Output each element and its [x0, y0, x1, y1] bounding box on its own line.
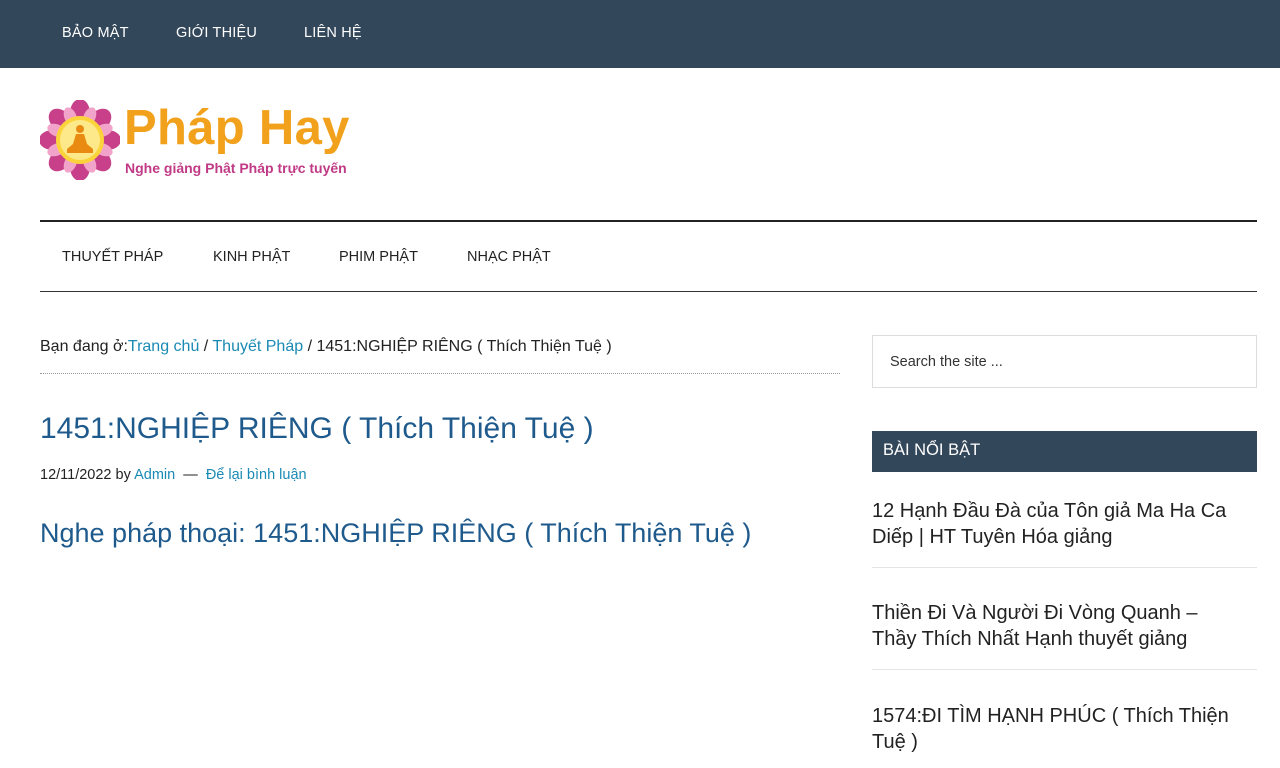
- featured-post-line: Diếp | HT Tuyên Hóa giảng: [872, 526, 1113, 548]
- featured-post-link[interactable]: 12 Hạnh Đầu Đà của Tôn giả Ma Ha Ca Diếp…: [872, 498, 1257, 550]
- featured-post-line: Thầy Thích Nhất Hạnh thuyết giảng: [872, 628, 1188, 650]
- nav-item-phim-phat[interactable]: PHIM PHẬT: [339, 249, 418, 265]
- breadcrumb-home-link[interactable]: Trang chủ: [128, 338, 199, 355]
- post-subheading: Nghe pháp thoại: 1451:NGHIỆP RIÊNG ( Thí…: [40, 518, 752, 548]
- buddha-lotus-icon: [40, 100, 120, 180]
- top-nav-contact[interactable]: LIÊN HỆ: [304, 25, 362, 41]
- breadcrumb-separator: /: [199, 338, 213, 355]
- post-date: 12/11/2022: [40, 467, 112, 483]
- meta-dash: —: [183, 467, 198, 483]
- breadcrumb-separator: /: [303, 338, 317, 355]
- main-navigation: THUYẾT PHÁP KINH PHẬT PHIM PHẬT NHẠC PHẬ…: [40, 220, 1257, 292]
- featured-widget-title: BÀI NỔI BẬT: [872, 431, 1257, 472]
- top-navigation-bar: BẢO MẬT GIỚI THIỆU LIÊN HỆ: [0, 0, 1280, 68]
- post-meta: 12/11/2022 by Admin — Để lại bình luận: [40, 467, 307, 483]
- post-author-link[interactable]: Admin: [134, 467, 175, 483]
- site-logo[interactable]: Pháp Hay Nghe giảng Phật Pháp trực tuyến: [40, 100, 370, 182]
- breadcrumb-current: 1451:NGHIỆP RIÊNG ( Thích Thiện Tuệ ): [316, 338, 612, 355]
- nav-item-thuyet-phap[interactable]: THUYẾT PHÁP: [62, 249, 163, 265]
- nav-item-kinh-phat[interactable]: KINH PHẬT: [213, 249, 290, 265]
- breadcrumb-category-link[interactable]: Thuyết Pháp: [212, 338, 303, 355]
- breadcrumb-prefix: Bạn đang ở:: [40, 338, 128, 355]
- site-title: Pháp Hay: [124, 101, 350, 155]
- featured-divider: [872, 669, 1257, 670]
- site-tagline: Nghe giảng Phật Pháp trực tuyến: [125, 160, 347, 176]
- top-nav-privacy[interactable]: BẢO MẬT: [62, 25, 129, 41]
- top-nav-about[interactable]: GIỚI THIỆU: [176, 25, 257, 41]
- featured-post-line: Thiền Đi Và Người Đi Vòng Quanh –: [872, 602, 1198, 624]
- nav-item-nhac-phat[interactable]: NHẠC PHẬT: [467, 249, 551, 265]
- comment-link[interactable]: Để lại bình luận: [206, 467, 307, 483]
- featured-post-line: 1574:ĐI TÌM HẠNH PHÚC ( Thích Thiện: [872, 705, 1229, 727]
- search-input[interactable]: [872, 335, 1257, 388]
- post-by: by: [115, 467, 131, 483]
- breadcrumb: Bạn đang ở:Trang chủ / Thuyết Pháp / 145…: [40, 338, 840, 374]
- post-title: 1451:NGHIỆP RIÊNG ( Thích Thiện Tuệ ): [40, 412, 594, 445]
- featured-post-link[interactable]: Thiền Đi Và Người Đi Vòng Quanh – Thầy T…: [872, 600, 1257, 652]
- featured-divider: [872, 567, 1257, 568]
- featured-post-line: Tuệ ): [872, 731, 918, 753]
- featured-post-link[interactable]: 1574:ĐI TÌM HẠNH PHÚC ( Thích Thiện Tuệ …: [872, 703, 1257, 755]
- featured-post-line: 12 Hạnh Đầu Đà của Tôn giả Ma Ha Ca: [872, 500, 1227, 522]
